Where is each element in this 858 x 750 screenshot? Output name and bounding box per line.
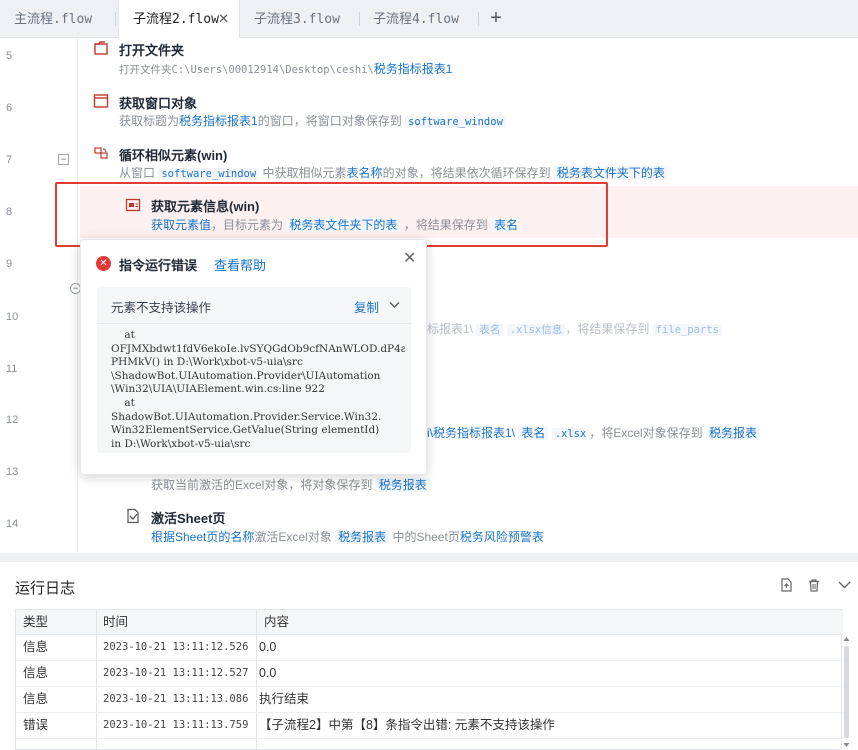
- table-row[interactable]: 错误 2023-10-21 13:11:13.759 【子流程2】中第【8】条指…: [16, 713, 843, 739]
- trash-icon[interactable]: [807, 578, 821, 592]
- tab-subflow-4[interactable]: 子流程4.flow: [373, 0, 478, 38]
- tab-bar: 主流程.flow 子流程2.flow ✕ 子流程3.flow 子流程4.flow…: [0, 0, 858, 39]
- line-number: 12: [6, 414, 19, 426]
- step-description: 获取当前激活的Excel对象，将对象保存到 税务报表: [151, 476, 430, 493]
- step-description: 获取元素值，目标元素为 税务表文件夹下的表 ，将结果保存到 表名: [151, 216, 522, 233]
- step-title[interactable]: 打开文件夹: [119, 40, 184, 59]
- popup-title: 指令运行错误: [119, 258, 198, 273]
- add-tab-button[interactable]: +: [484, 6, 508, 30]
- panel-divider[interactable]: [0, 553, 858, 562]
- step-description: 标报表1\ 表名 .xlsx信息 ，将结果保存到 file_parts: [427, 320, 722, 337]
- tab-divider: [478, 12, 479, 26]
- folder-open-icon: [94, 41, 108, 55]
- tab-main-flow[interactable]: 主流程.flow: [14, 0, 114, 38]
- loop-icon: [94, 147, 108, 159]
- sheet-icon: [127, 508, 139, 524]
- log-table: 类型 时间 内容 信息 2023-10-21 13:11:12.526 0.0 …: [15, 609, 843, 750]
- line-number: 9: [6, 258, 13, 270]
- copy-button[interactable]: 复制: [354, 297, 379, 316]
- tab-close-icon[interactable]: ✕: [218, 0, 229, 38]
- table-row[interactable]: 信息 2023-10-21 13:11:12.527 0.0: [16, 661, 843, 687]
- log-title: 运行日志: [15, 580, 76, 597]
- tab-subflow-2[interactable]: 子流程2.flow ✕: [118, 0, 240, 39]
- flow-editor: 5 6 7 8 9 10 11 12 13 14 − − 打开文件夹 打开文件夹…: [0, 38, 858, 553]
- line-number: 6: [6, 102, 13, 114]
- export-icon[interactable]: [779, 578, 793, 592]
- column-header: 时间: [103, 615, 129, 629]
- element-info-icon: [125, 198, 141, 212]
- error-message: 元素不支持该操作: [111, 301, 212, 315]
- tab-subflow-3[interactable]: 子流程3.flow: [254, 0, 359, 38]
- step-title[interactable]: 获取元素信息(win): [151, 196, 259, 215]
- collapse-toggle-icon[interactable]: −: [58, 154, 69, 165]
- table-row[interactable]: 信息 2023-10-21 13:11:12.526 0.0: [16, 635, 843, 661]
- line-number: 13: [6, 466, 19, 478]
- close-icon[interactable]: ✕: [403, 248, 416, 268]
- table-header: 类型 时间 内容: [16, 610, 843, 635]
- step-description: i\税务指标报表1\ 表名 .xlsx ，将Excel对象保存到 税务报表: [427, 424, 761, 441]
- column-header: 类型: [23, 615, 49, 629]
- help-link[interactable]: 查看帮助: [214, 255, 266, 274]
- step-description: 获取标题为税务指标报表1的窗口，将窗口对象保存到 software_window: [119, 112, 506, 129]
- tab-divider: [115, 12, 116, 26]
- error-step-outline: [55, 182, 608, 247]
- error-detail-panel: 元素不支持该操作 复制 at OFJMXbdwt1fdV6ekoIe.lvSYQ…: [97, 287, 411, 453]
- step-title[interactable]: 获取窗口对象: [119, 93, 197, 112]
- column-header: 内容: [264, 615, 290, 629]
- step-title[interactable]: 循环相似元素(win): [119, 145, 227, 164]
- chevron-down-icon[interactable]: [389, 301, 400, 309]
- error-icon: ✕: [96, 256, 111, 271]
- step-title[interactable]: 激活Sheet页: [151, 508, 225, 527]
- window-icon: [93, 94, 109, 108]
- step-description: 根据Sheet页的名称激活Excel对象 税务报表 中的Sheet页税务风险预警…: [151, 530, 544, 544]
- line-number: 10: [6, 311, 19, 323]
- step-description: 从窗口 software_window 中获取相似元素表名称的对象，将结果依次循…: [119, 164, 668, 181]
- tab-divider: [359, 12, 360, 26]
- divider: [97, 323, 411, 324]
- error-popup: ✕ 指令运行错误 查看帮助 ✕ 元素不支持该操作 复制 at OFJMXbdwt…: [80, 239, 427, 475]
- line-number: 11: [6, 363, 18, 375]
- gutter-divider: [77, 38, 78, 553]
- table-row[interactable]: 信息 2023-10-21 13:11:13.086 执行结束: [16, 687, 843, 713]
- stack-trace: at OFJMXbdwt1fdV6ekoIe.lvSYQGdOb9cfNAnWL…: [111, 329, 405, 449]
- run-log-panel: 运行日志 类型 时间 内容 信息 2023-10-21 13:11:12.526…: [0, 562, 858, 750]
- chevron-down-icon[interactable]: [838, 580, 851, 590]
- log-scrollbar[interactable]: [842, 634, 851, 750]
- line-number: 5: [6, 50, 13, 62]
- step-description: 打开文件夹C:\Users\00012914\Desktop\ceshi\税务指…: [119, 62, 453, 76]
- line-number: 8: [6, 206, 13, 218]
- line-number: 7: [6, 154, 13, 166]
- line-number: 14: [6, 518, 19, 530]
